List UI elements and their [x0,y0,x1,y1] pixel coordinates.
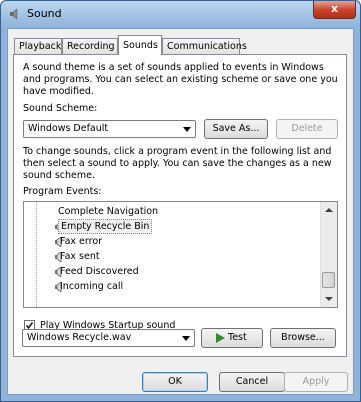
sounds-panel: A sound theme is a set of sounds applied… [13,54,347,357]
scroll-thumb[interactable] [322,272,335,288]
event-label: Feed Discovered [60,266,139,277]
tab-sounds[interactable]: Sounds [118,35,162,55]
event-label: Fax sent [60,251,100,262]
scroll-down-icon[interactable] [325,297,333,301]
cancel-button[interactable]: Cancel [219,372,285,392]
tab-playback[interactable]: Playback [14,38,62,54]
tab-recording[interactable]: Recording [62,38,118,54]
instructions-text: To change sounds, click a program event … [23,146,332,181]
events-scrollbar[interactable] [320,202,337,307]
events-label: Program Events: [23,186,102,197]
close-icon: x [330,2,339,15]
dialog-client: Playback Recording Sounds Communications… [7,28,354,395]
list-item[interactable]: Complete Navigation [58,204,158,219]
speaker-icon [10,8,18,20]
window-title: Sound [27,7,62,20]
delete-button[interactable]: Delete [276,119,338,139]
chevron-down-icon [183,127,191,132]
chevron-down-icon [182,336,190,341]
event-label: Incoming call [60,281,124,292]
sound-dialog: Sound x Playback Recording Sounds Commun… [0,0,361,402]
sound-file-value: Windows Recycle.wav [27,332,132,343]
tab-communications[interactable]: Communications [162,38,247,54]
event-label: Empty Recycle Bin [58,219,153,234]
intro-text: A sound theme is a set of sounds applied… [23,62,338,97]
program-events-list[interactable]: Complete Navigation Empty Recycle Bin Fa… [23,201,338,308]
browse-button[interactable]: Browse... [270,328,336,348]
event-label: Fax error [60,236,103,247]
test-button[interactable]: Test [201,328,263,348]
close-button[interactable]: x [313,1,356,19]
scheme-select[interactable]: Windows Default [23,120,196,138]
scheme-label: Sound Scheme: [23,103,98,114]
title-bar[interactable]: Sound x [1,1,360,27]
scroll-up-icon[interactable] [325,208,333,212]
tree-connector [36,202,38,307]
sound-file-select[interactable]: Windows Recycle.wav [22,329,195,347]
scheme-value: Windows Default [28,123,109,134]
event-label: Complete Navigation [58,206,159,217]
apply-button[interactable]: Apply [284,372,348,392]
ok-button[interactable]: OK [142,372,208,392]
save-as-button[interactable]: Save As... [204,119,268,139]
play-icon [216,333,225,343]
list-item[interactable]: Empty Recycle Bin [36,219,176,234]
test-label: Test [228,332,247,343]
